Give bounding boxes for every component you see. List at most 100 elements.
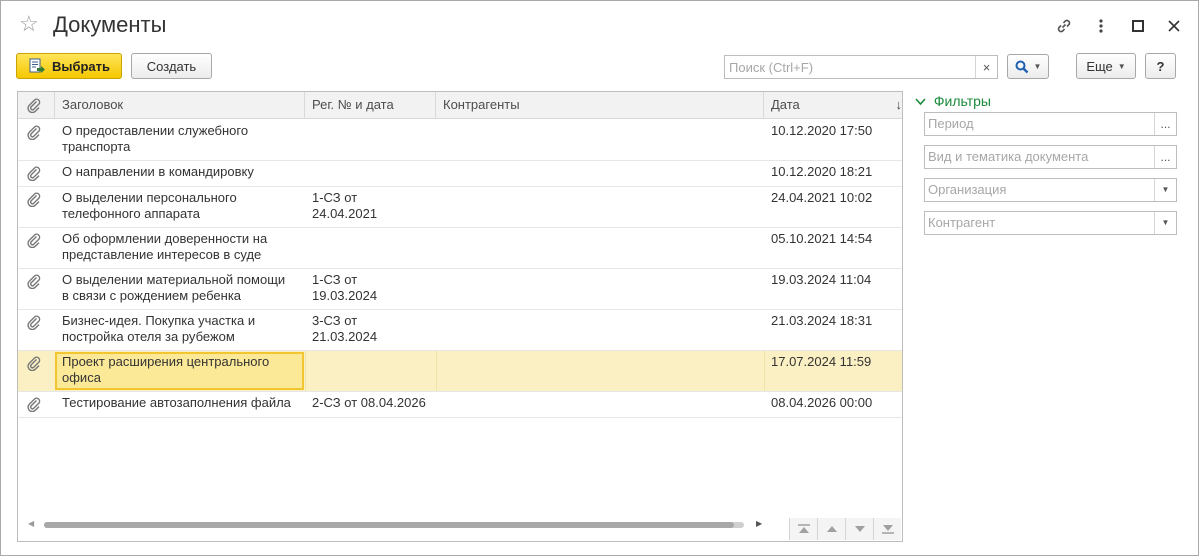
- paperclip-icon: [27, 233, 41, 248]
- table-row[interactable]: Проект расширения центрального офиса 17.07…: [18, 351, 902, 392]
- cell-date: 05.10.2021 14:54: [771, 231, 873, 246]
- cell-title: Бизнес-идея. Покупка участка и постройка …: [62, 313, 302, 345]
- cell-reg: 3-СЗ от 21.03.2024: [312, 313, 436, 345]
- search-field[interactable]: ×: [724, 55, 998, 79]
- column-header-date-label: Дата: [771, 97, 800, 112]
- column-header-reg[interactable]: Рег. № и дата: [305, 92, 436, 119]
- cell-reg: 1-СЗ от 24.04.2021: [312, 190, 436, 222]
- more-button[interactable]: Еще ▼: [1076, 53, 1136, 79]
- paperclip-icon: [27, 315, 41, 330]
- create-button[interactable]: Создать: [131, 53, 212, 79]
- chevron-down-icon: ▼: [1033, 62, 1042, 71]
- cell-date: 21.03.2024 18:31: [771, 313, 873, 328]
- triangle-down-icon: [854, 526, 865, 532]
- documents-table: Заголовок Рег. № и дата Контрагенты Дата…: [17, 91, 903, 542]
- row-divider: [305, 351, 306, 391]
- scroll-to-bottom-button[interactable]: [873, 518, 901, 540]
- select-button-label: Выбрать: [51, 58, 111, 74]
- cell-date: 24.04.2021 10:02: [771, 190, 873, 205]
- cell-reg-line: 1-СЗ от: [312, 190, 358, 205]
- organization-filter[interactable]: Организация ▼: [924, 178, 1177, 202]
- doc-type-filter-placeholder: Вид и тематика документа: [928, 149, 1089, 164]
- select-button[interactable]: Выбрать: [16, 53, 122, 79]
- favorite-star-icon[interactable]: ☆: [19, 13, 39, 35]
- cell-date: 10.12.2020 18:21: [771, 164, 873, 179]
- table-row[interactable]: О направлении в командировку 10.12.2020 1…: [18, 161, 902, 187]
- clear-search-icon[interactable]: ×: [975, 56, 997, 78]
- last-page-icon: [881, 525, 894, 534]
- table-row[interactable]: О предоставлении служебного транспорта 10.…: [18, 120, 902, 161]
- cell-title-line: постройка отеля за рубежом: [62, 329, 235, 344]
- filters-title: Фильтры: [933, 93, 991, 109]
- create-button-label: Создать: [146, 58, 197, 74]
- cell-reg-line: 3-СЗ от: [312, 313, 358, 328]
- column-header-title[interactable]: Заголовок: [55, 92, 305, 119]
- cell-title: О предоставлении служебного транспорта: [62, 123, 302, 155]
- cell-title: Об оформлении доверенности на представлен…: [62, 231, 302, 263]
- period-select-button[interactable]: ...: [1154, 113, 1176, 135]
- row-divider: [764, 351, 765, 391]
- title-bar: ☆ Документы: [1, 1, 1198, 49]
- cell-title-line: О направлении в командировку: [62, 164, 254, 179]
- table-row[interactable]: О выделении персонального телефонного апп…: [18, 187, 902, 228]
- cell-reg-line: 24.04.2021: [312, 206, 378, 221]
- scroll-right-icon[interactable]: ▶: [756, 519, 762, 528]
- paperclip-icon: [27, 166, 41, 181]
- search-options-button[interactable]: ▼: [1007, 54, 1049, 79]
- column-header-counterparties[interactable]: Контрагенты: [436, 92, 764, 119]
- triangle-up-icon: [826, 526, 837, 532]
- cell-title-line: Бизнес-идея. Покупка участка и: [62, 313, 256, 328]
- link-icon[interactable]: [1053, 15, 1075, 37]
- table-row[interactable]: Тестирование автозаполнения файла 2-СЗ от…: [18, 392, 902, 418]
- help-button-label: ?: [1156, 58, 1165, 74]
- organization-filter-placeholder: Организация: [928, 182, 1007, 197]
- cell-title-line: О предоставлении служебного: [62, 123, 249, 138]
- scroll-left-icon[interactable]: ◀: [28, 519, 34, 528]
- search-input[interactable]: [725, 56, 973, 78]
- chevron-down-icon[interactable]: ▼: [1154, 212, 1176, 234]
- search-icon: [1015, 60, 1028, 73]
- doc-type-filter[interactable]: Вид и тематика документа ...: [924, 145, 1177, 169]
- table-row[interactable]: О выделении материальной помощи в связи с…: [18, 269, 902, 310]
- chevron-down-icon: [915, 91, 926, 111]
- paperclip-icon: [27, 356, 41, 371]
- maximize-icon[interactable]: [1127, 15, 1149, 37]
- cell-title-line: О выделении материальной помощи: [62, 272, 286, 287]
- chevron-down-icon[interactable]: ▼: [1154, 179, 1176, 201]
- help-button[interactable]: ?: [1145, 53, 1176, 79]
- sort-down-icon: ↓: [895, 97, 903, 112]
- scroll-to-top-button[interactable]: [789, 518, 817, 540]
- period-filter[interactable]: Период ...: [924, 112, 1177, 136]
- scroll-down-button[interactable]: [845, 518, 873, 540]
- cell-date: 08.04.2026 00:00: [771, 395, 873, 410]
- filters-toggle[interactable]: Фильтры: [915, 91, 991, 111]
- cell-title-line: Об оформлении доверенности на: [62, 231, 268, 246]
- scroll-up-button[interactable]: [817, 518, 845, 540]
- cell-reg: 1-СЗ от 19.03.2024: [312, 272, 436, 304]
- cell-date: 19.03.2024 11:04: [771, 272, 872, 287]
- cell-title-line: Проект расширения центрального: [62, 354, 270, 369]
- select-doc-icon: [29, 58, 45, 73]
- counterparty-filter[interactable]: Контрагент ▼: [924, 211, 1177, 235]
- chevron-down-icon: ▼: [1117, 61, 1126, 71]
- cell-title: Проект расширения центрального офиса: [62, 354, 302, 386]
- attachment-column-header[interactable]: [18, 92, 55, 119]
- cell-title: О направлении в командировку: [62, 164, 302, 180]
- paperclip-icon: [27, 274, 41, 289]
- counterparty-filter-placeholder: Контрагент: [928, 215, 996, 230]
- table-row[interactable]: Бизнес-идея. Покупка участка и постройка …: [18, 310, 902, 351]
- first-page-icon: [797, 524, 810, 533]
- cell-title-line: в связи с рождением ребенка: [62, 288, 242, 303]
- table-row[interactable]: Об оформлении доверенности на представлен…: [18, 228, 902, 269]
- doc-type-select-button[interactable]: ...: [1154, 146, 1176, 168]
- column-header-date[interactable]: Дата ↓: [764, 92, 902, 119]
- close-icon[interactable]: [1163, 15, 1185, 37]
- cell-date: 10.12.2020 17:50: [771, 123, 873, 138]
- cell-reg-line: 19.03.2024: [312, 288, 378, 303]
- more-vertical-icon[interactable]: [1090, 15, 1112, 37]
- window-title: Документы: [53, 12, 167, 37]
- table-header: Заголовок Рег. № и дата Контрагенты Дата…: [18, 92, 902, 119]
- horizontal-scrollbar[interactable]: ◀ ▶: [26, 519, 786, 531]
- cell-title: О выделении персонального телефонного апп…: [62, 190, 302, 222]
- scroll-thumb[interactable]: [44, 522, 734, 528]
